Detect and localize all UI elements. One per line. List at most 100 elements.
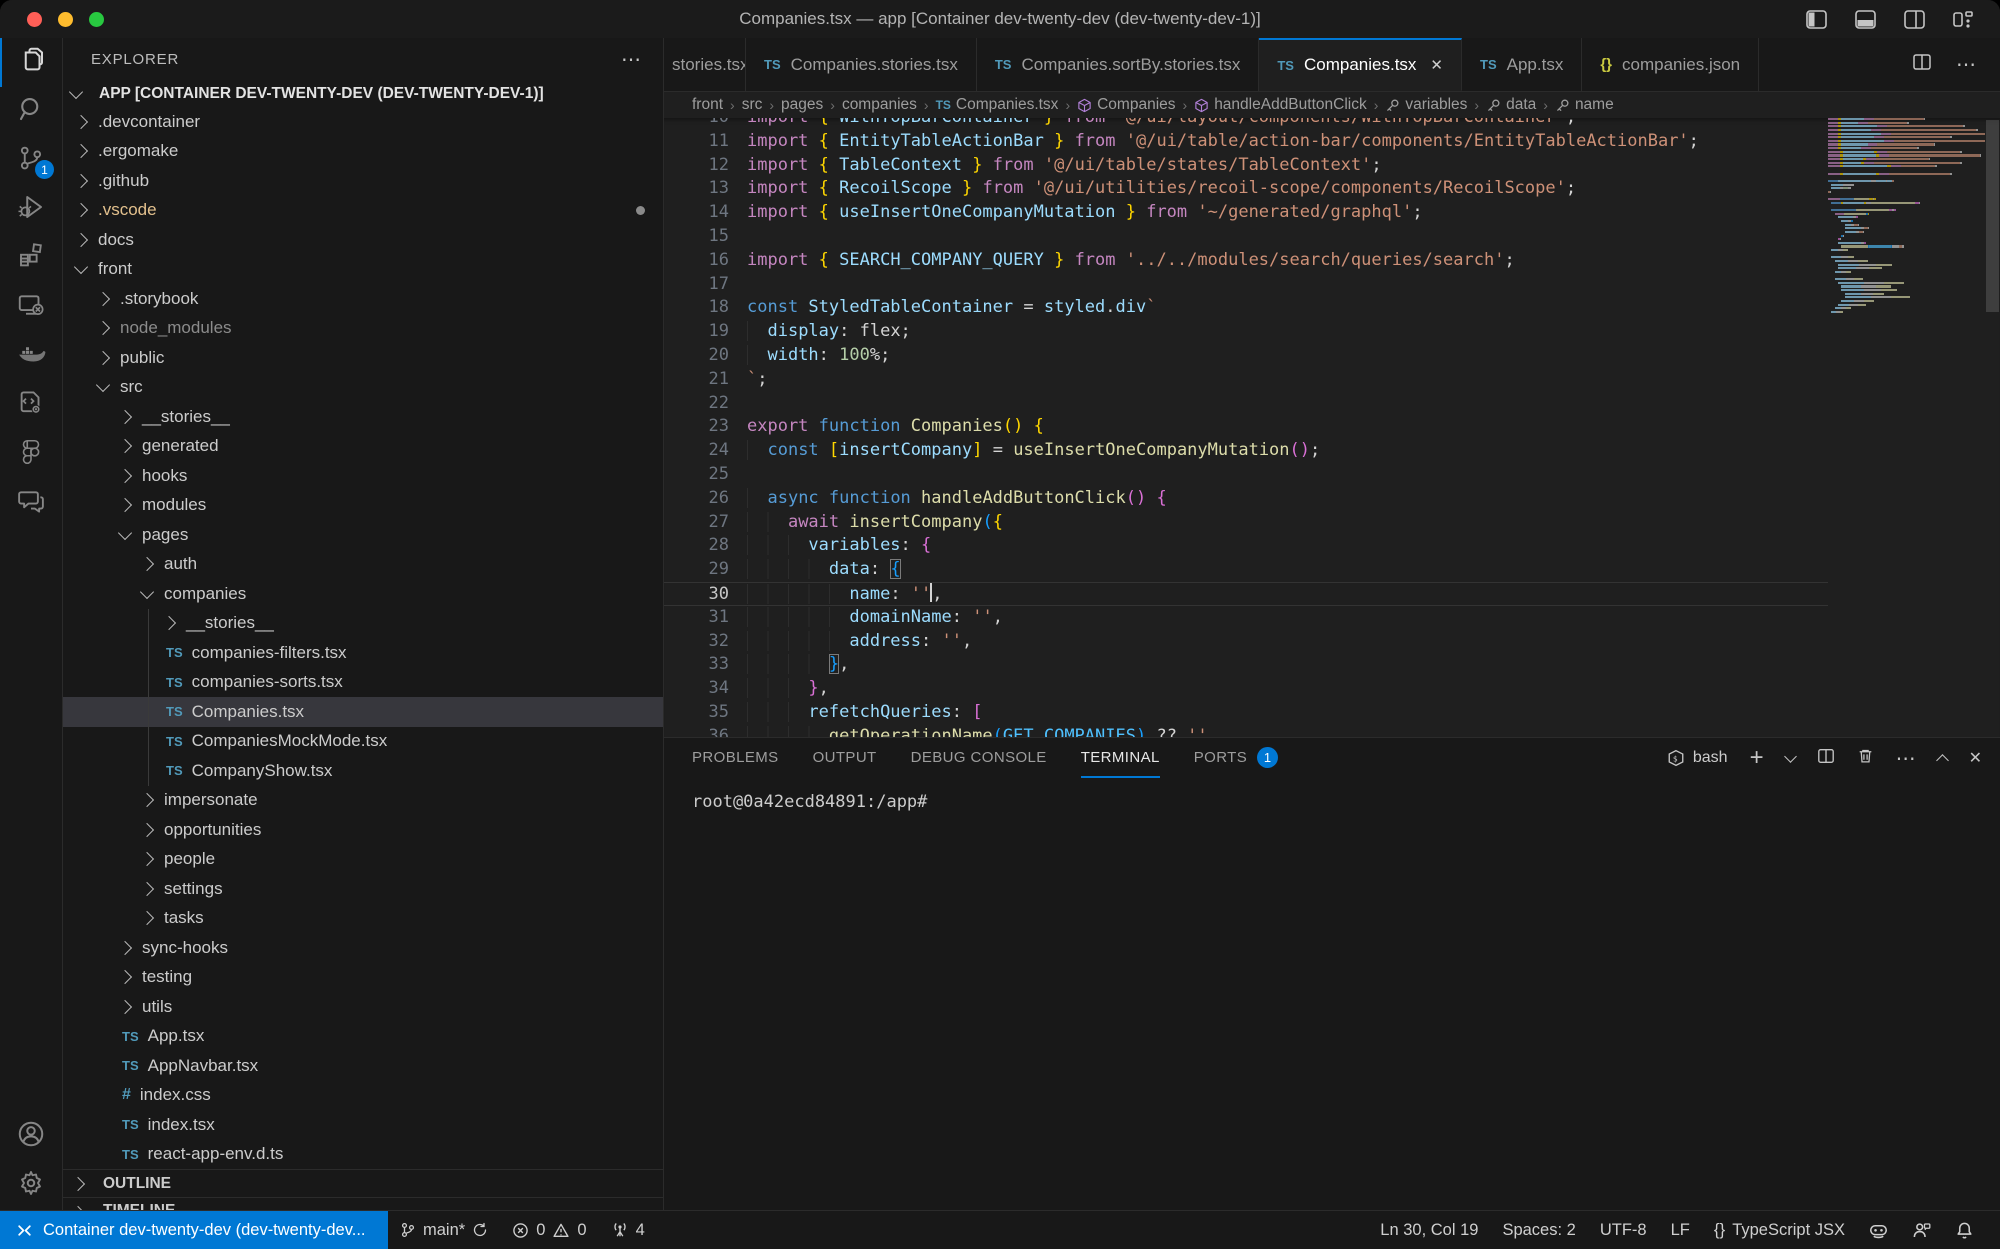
panel-tab-output[interactable]: OUTPUT: [813, 738, 877, 778]
breadcrumb-item-front[interactable]: front: [692, 96, 723, 114]
tab-stories.tsx[interactable]: stories.tsx: [664, 38, 746, 91]
code-line-36[interactable]: 36 getOperationName(GET_COMPANIES) ?? ''…: [664, 725, 1828, 737]
breadcrumb-item-variables[interactable]: variables: [1385, 96, 1467, 114]
tree-item-companies.tsx[interactable]: TSCompanies.tsx: [63, 697, 663, 727]
code-line-10[interactable]: 10import { WithTopBarContainer } from '@…: [664, 118, 1828, 130]
tree-item-generated[interactable]: generated: [63, 432, 663, 462]
tree-item-companies[interactable]: companies: [63, 579, 663, 609]
tree-item-people[interactable]: people: [63, 845, 663, 875]
split-editor-icon[interactable]: [1912, 52, 1932, 77]
problems-status[interactable]: 0 0: [500, 1211, 598, 1249]
activity-item-source-control[interactable]: 1: [0, 136, 62, 185]
tree-item-opportunities[interactable]: opportunities: [63, 815, 663, 845]
tree-item-front[interactable]: front: [63, 255, 663, 285]
tree-item-docs[interactable]: docs: [63, 225, 663, 255]
chevron-up-icon[interactable]: [1936, 754, 1949, 767]
forwarded-ports-status[interactable]: 4: [599, 1211, 657, 1249]
tree-item-pages[interactable]: pages: [63, 520, 663, 550]
code-line-27[interactable]: 27 await insertCompany({: [664, 511, 1828, 535]
panel-tab-problems[interactable]: PROBLEMS: [692, 738, 779, 778]
tree-item-.ergomake[interactable]: .ergomake: [63, 137, 663, 167]
code-line-20[interactable]: 20 width: 100%;: [664, 344, 1828, 368]
tree-item-public[interactable]: public: [63, 343, 663, 373]
tab-companies.tsx[interactable]: TSCompanies.tsx✕: [1259, 38, 1462, 91]
breadcrumb-item-companies.tsx[interactable]: TSCompanies.tsx: [936, 96, 1059, 114]
code-line-16[interactable]: 16import { SEARCH_COMPANY_QUERY } from '…: [664, 249, 1828, 273]
panel-more-actions-icon[interactable]: ⋯: [1896, 746, 1916, 771]
activity-item-remote-explorer[interactable]: [0, 283, 62, 332]
workspace-section-header[interactable]: APP [CONTAINER DEV-TWENTY-DEV (DEV-TWENT…: [63, 80, 663, 107]
code-line-25[interactable]: 25: [664, 463, 1828, 487]
code-line-28[interactable]: 28 variables: {: [664, 534, 1828, 558]
outline-section-header[interactable]: OUTLINE: [63, 1169, 663, 1197]
tree-item-companyshow.tsx[interactable]: TSCompanyShow.tsx: [63, 756, 663, 786]
activity-item-accounts[interactable]: [0, 1112, 62, 1161]
code-line-11[interactable]: 11import { EntityTableActionBar } from '…: [664, 130, 1828, 154]
activity-item-comments[interactable]: [0, 479, 62, 528]
breadcrumb-item-companies[interactable]: Companies: [1077, 96, 1175, 114]
code-line-17[interactable]: 17: [664, 273, 1828, 297]
activity-item-docker[interactable]: [0, 332, 62, 381]
tree-item-index.css[interactable]: #index.css: [63, 1081, 663, 1111]
minimap[interactable]: [1828, 118, 1985, 737]
tab-app.tsx[interactable]: TSApp.tsx: [1462, 38, 1582, 91]
kill-terminal-icon[interactable]: [1857, 747, 1874, 770]
editor-more-actions-icon[interactable]: ⋯: [1956, 52, 1976, 77]
tree-item-companiesmockmode.tsx[interactable]: TSCompaniesMockMode.tsx: [63, 727, 663, 757]
tree-item-auth[interactable]: auth: [63, 550, 663, 580]
tree-item-testing[interactable]: testing: [63, 963, 663, 993]
tree-item-index.tsx[interactable]: TSindex.tsx: [63, 1110, 663, 1140]
tree-item-.vscode[interactable]: .vscode: [63, 196, 663, 226]
code-line-34[interactable]: 34 },: [664, 677, 1828, 701]
close-panel-icon[interactable]: ✕: [1969, 748, 1982, 768]
activity-item-extensions[interactable]: [0, 234, 62, 283]
code-line-32[interactable]: 32 address: '',: [664, 630, 1828, 654]
activity-item-figma[interactable]: [0, 430, 62, 479]
tree-item---stories--[interactable]: __stories__: [63, 609, 663, 639]
code-line-35[interactable]: 35 refetchQueries: [: [664, 701, 1828, 725]
tree-item-impersonate[interactable]: impersonate: [63, 786, 663, 816]
activity-item-settings[interactable]: [0, 1161, 62, 1210]
code-line-12[interactable]: 12import { TableContext } from '@/ui/tab…: [664, 154, 1828, 178]
tree-item-companies-filters.tsx[interactable]: TScompanies-filters.tsx: [63, 638, 663, 668]
notifications-status[interactable]: [1943, 1211, 1986, 1249]
terminal-output[interactable]: root@0a42ecd84891:/app#: [664, 778, 2000, 1210]
tree-item-node-modules[interactable]: node_modules: [63, 314, 663, 344]
tree-item-modules[interactable]: modules: [63, 491, 663, 521]
code-line-33[interactable]: 33 },: [664, 653, 1828, 677]
tab-companies.json[interactable]: {}companies.json: [1582, 38, 1759, 91]
breadcrumb-item-handleaddbuttonclick[interactable]: handleAddButtonClick: [1194, 96, 1367, 114]
editor-scrollbar[interactable]: [1985, 118, 2000, 737]
tree-item-hooks[interactable]: hooks: [63, 461, 663, 491]
tree-item-.storybook[interactable]: .storybook: [63, 284, 663, 314]
tree-item-tasks[interactable]: tasks: [63, 904, 663, 934]
git-branch-status[interactable]: main*: [388, 1211, 500, 1249]
activity-item-run-and-debug[interactable]: [0, 185, 62, 234]
toggle-sidebar-icon[interactable]: [1806, 10, 1827, 29]
tree-item-sync-hooks[interactable]: sync-hooks: [63, 933, 663, 963]
tree-item-src[interactable]: src: [63, 373, 663, 403]
indentation-status[interactable]: Spaces: 2: [1490, 1211, 1587, 1249]
activity-item-search[interactable]: [0, 87, 62, 136]
breadcrumb-item-src[interactable]: src: [742, 96, 763, 114]
breadcrumb-item-name[interactable]: name: [1555, 96, 1614, 114]
toggle-panel-icon[interactable]: [1855, 10, 1876, 29]
tree-item-companies-sorts.tsx[interactable]: TScompanies-sorts.tsx: [63, 668, 663, 698]
panel-tab-debug-console[interactable]: DEBUG CONSOLE: [911, 738, 1047, 778]
tree-item-app.tsx[interactable]: TSApp.tsx: [63, 1022, 663, 1052]
breadcrumb-item-pages[interactable]: pages: [781, 96, 823, 114]
code-line-15[interactable]: 15: [664, 225, 1828, 249]
timeline-section-header[interactable]: TIMELINE: [63, 1197, 663, 1210]
tree-item-.github[interactable]: .github: [63, 166, 663, 196]
code-line-14[interactable]: 14import { useInsertOneCompanyMutation }…: [664, 201, 1828, 225]
customize-layout-icon[interactable]: [1953, 10, 1974, 29]
eol-status[interactable]: LF: [1659, 1211, 1702, 1249]
code-line-30[interactable]: 30 name: '',: [664, 582, 1828, 606]
remote-indicator[interactable]: Container dev-twenty-dev (dev-twenty-dev…: [0, 1211, 388, 1249]
breadcrumb-item-data[interactable]: data: [1486, 96, 1536, 114]
explorer-more-actions-icon[interactable]: ⋯: [621, 47, 643, 72]
code-line-21[interactable]: 21`;: [664, 368, 1828, 392]
tab-companies.sortby.stories.tsx[interactable]: TSCompanies.sortBy.stories.tsx: [977, 38, 1260, 91]
toggle-secondary-sidebar-icon[interactable]: [1904, 10, 1925, 29]
panel-tab-terminal[interactable]: TERMINAL: [1081, 738, 1160, 778]
